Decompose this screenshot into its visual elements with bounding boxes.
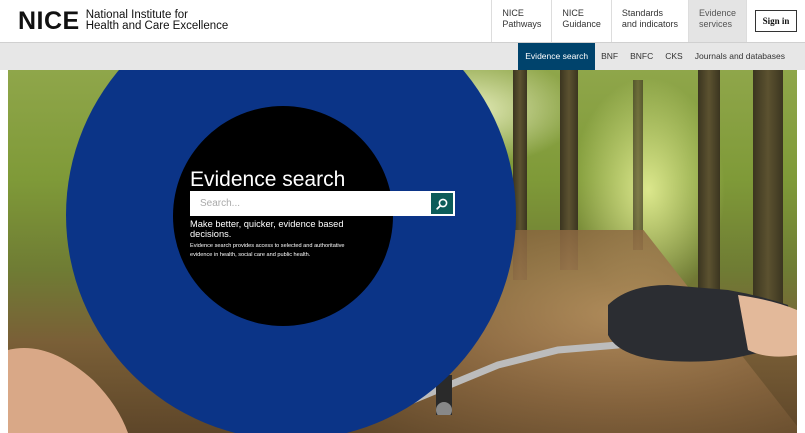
sign-in-button[interactable]: Sign in (754, 10, 798, 32)
evidence-search-panel: Evidence search Make better, quicker, ev… (190, 168, 460, 259)
topnav-standards-indicators[interactable]: Standards and indicators (610, 0, 688, 42)
topnav-evidence-services[interactable]: Evidence services (687, 0, 746, 42)
hero-description: Evidence search provides access to selec… (190, 243, 345, 258)
sub-nav: Evidence search BNF BNFC CKS Journals an… (0, 42, 805, 70)
topnav-label: and indicators (621, 19, 678, 29)
search-input[interactable] (190, 191, 431, 216)
hero-tagline: Make better, quicker, evidence based dec… (190, 219, 344, 239)
logo-text: National Institute for Health and Care E… (85, 8, 229, 33)
hero-title: Evidence search (190, 168, 346, 191)
topnav-nice-guidance[interactable]: NICE Guidance (551, 0, 611, 42)
logo-text-line1: National Institute for (85, 8, 189, 21)
logo-mark: NICE (18, 7, 80, 35)
logo-text-line2: Health and Care Excellence (85, 20, 229, 32)
topnav-label: NICE (562, 8, 584, 18)
topnav-nice-pathways[interactable]: NICE Pathways (491, 0, 551, 42)
top-nav: NICE Pathways NICE Guidance Standards an… (491, 0, 805, 42)
signin-wrapper: Sign in (746, 0, 805, 42)
site-header: NICE National Institute for Health and C… (0, 0, 805, 42)
search-button[interactable] (431, 193, 453, 214)
subnav-bnfc[interactable]: BNFC (624, 43, 659, 70)
search-bar (190, 191, 455, 216)
nice-logo[interactable]: NICE National Institute for Health and C… (18, 8, 228, 34)
subnav-evidence-search[interactable]: Evidence search (518, 43, 596, 70)
subnav-bnf[interactable]: BNF (595, 43, 624, 70)
topnav-label: Pathways (502, 19, 542, 29)
search-icon (436, 198, 448, 210)
topnav-label: Guidance (562, 19, 601, 29)
topnav-label: Evidence (698, 8, 736, 18)
glove-hand-image (608, 285, 797, 362)
hero-banner: Evidence search Make better, quicker, ev… (8, 70, 797, 433)
topnav-label: services (698, 19, 732, 29)
topnav-label: Standards (621, 8, 663, 18)
subnav-journals-databases[interactable]: Journals and databases (689, 43, 791, 70)
subnav-cks[interactable]: CKS (659, 43, 688, 70)
topnav-label: NICE (502, 8, 524, 18)
